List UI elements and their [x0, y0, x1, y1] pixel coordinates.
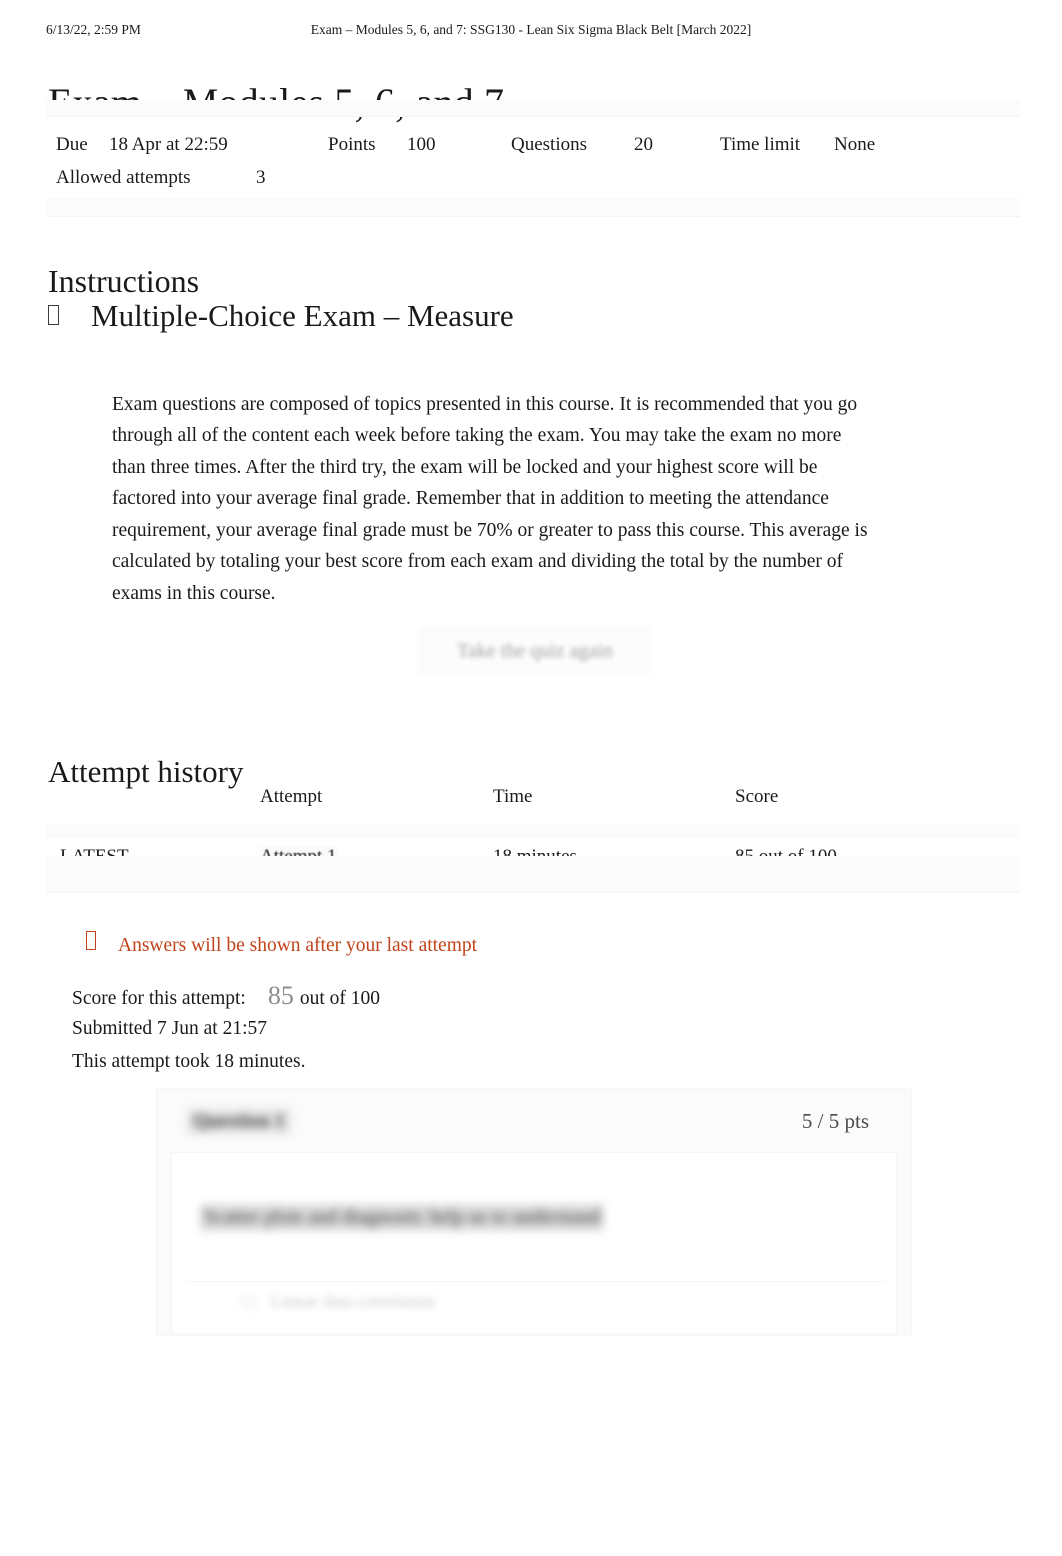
- question-points: 5 / 5 pts: [801, 1109, 869, 1133]
- question-text: Scatter plots and diagnostic help us to …: [200, 1204, 605, 1231]
- attempt-history-footer-band: [46, 856, 1020, 892]
- due-label: Due: [56, 134, 88, 155]
- column-header-score: Score: [735, 786, 779, 807]
- attempt-history-footer-hairline: [46, 892, 1020, 893]
- time-limit-label: Time limit: [720, 134, 801, 155]
- points-label: Points: [328, 134, 376, 155]
- answers-shown-notice: Answers will be shown after your last at…: [86, 931, 477, 957]
- duration-line: This attempt took 18 minutes.: [72, 1051, 306, 1072]
- attempt-history-header-band: [46, 824, 1020, 838]
- question-divider: [186, 1281, 886, 1282]
- print-page-title: Exam – Modules 5, 6, and 7: SSG130 - Lea…: [310, 22, 752, 37]
- instructions-body: Exam questions are composed of topics pr…: [112, 393, 868, 605]
- column-header-attempt: Attempt: [260, 786, 323, 807]
- score-label: Score for this attempt:: [72, 988, 246, 1009]
- take-quiz-again-button[interactable]: Take the quiz again: [420, 628, 650, 674]
- column-header-time: Time: [493, 786, 533, 807]
- print-header: 6/13/22, 2:59 PM Exam – Modules 5, 6, an…: [0, 22, 1062, 42]
- allowed-attempts-label: Allowed attempts: [56, 167, 191, 188]
- meta-top-band: [46, 100, 1020, 116]
- attempt-history-heading: Attempt history: [48, 753, 244, 789]
- score-summary: Score for this attempt: 85 out of 100 Subm…: [72, 981, 380, 1080]
- score-out-of: out of 100: [299, 988, 381, 1009]
- allowed-attempts-value: 3: [256, 167, 266, 188]
- attempt-history-header-row: Attempt Time Score: [46, 786, 1020, 828]
- points-value: 100: [407, 134, 436, 155]
- due-value: 18 Apr at 22:59: [109, 134, 228, 155]
- questions-label: Questions: [511, 134, 587, 155]
- warning-missing-glyph-box-icon: [86, 931, 96, 950]
- answer-option[interactable]: Linear data correlation: [242, 1291, 435, 1312]
- instructions-heading: Instructions: [48, 262, 200, 299]
- instructions-subheading: Multiple-Choice Exam – Measure: [48, 298, 514, 334]
- meta-bottom-hairline: [46, 216, 1020, 217]
- question-card: Question 1 5 / 5 pts Scatter plots and d…: [156, 1088, 912, 1336]
- answers-shown-notice-text: Answers will be shown after your last at…: [118, 935, 478, 956]
- score-line: Score for this attempt: 85 out of 100: [72, 981, 380, 1014]
- question-card-body: Scatter plots and diagnostic help us to …: [171, 1152, 897, 1334]
- time-limit-value: None: [834, 134, 876, 155]
- retake-quiz-button-container[interactable]: Take the quiz again: [412, 620, 656, 682]
- question-card-header: Question 1 5 / 5 pts: [157, 1089, 911, 1151]
- missing-glyph-box-icon: [48, 305, 59, 325]
- meta-top-hairline: [46, 116, 1020, 117]
- answer-option-label: Linear data correlation: [271, 1291, 435, 1311]
- attempt-history-table: Attempt Time Score LATEST Attempt 1 18 m…: [46, 786, 1020, 893]
- radio-icon[interactable]: [242, 1296, 255, 1310]
- question-name: Question 1: [187, 1109, 291, 1134]
- meta-bottom-band: [46, 198, 1020, 216]
- questions-value: 20: [634, 134, 653, 155]
- instructions-subheading-label: Multiple-Choice Exam – Measure: [91, 298, 514, 333]
- submitted-line: Submitted 7 Jun at 21:57: [72, 1018, 267, 1039]
- score-value: 85: [267, 981, 294, 1010]
